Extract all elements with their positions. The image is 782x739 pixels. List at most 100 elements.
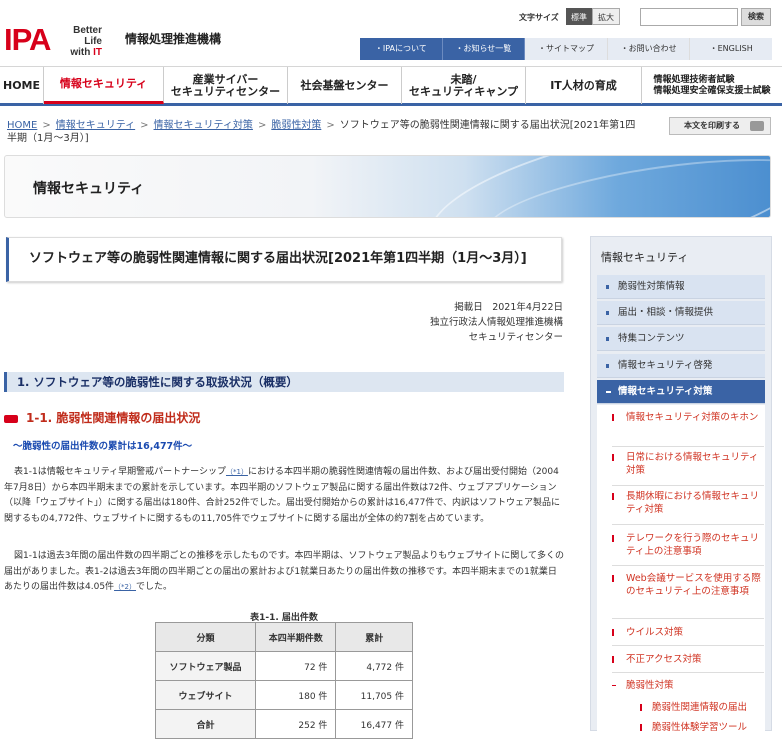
table-row-label: ソフトウェア製品 xyxy=(155,651,256,681)
utility-nav-about[interactable]: ・IPAについて xyxy=(360,38,443,60)
breadcrumb-security-measures[interactable]: 情報セキュリティ対策 xyxy=(154,120,253,131)
utility-nav-sitemap[interactable]: ・サイトマップ xyxy=(525,38,608,60)
tagline-with: with xyxy=(70,47,91,58)
search-button[interactable]: 検索 xyxy=(741,8,771,26)
search-input[interactable] xyxy=(640,8,738,26)
sidebar-heading: 情報セキュリティ xyxy=(601,251,689,264)
sidebar-item-label: 特集コンテンツ xyxy=(618,333,685,344)
footnote-link-2[interactable]: （*2） xyxy=(114,583,136,591)
paragraph-2: 図1-1は過去3年間の届出件数の四半期ごとの推移を示したものです。本四半期は、ソ… xyxy=(4,549,564,596)
font-size-standard-button[interactable]: 標準 xyxy=(566,8,592,25)
sidebar-subsubitem-label: 脆弱性体験学習ツール xyxy=(652,722,748,731)
sidebar-item-label: 脆弱性対策情報 xyxy=(618,281,685,292)
sidebar-subitem[interactable]: Web会議サービスを使用する際のセキュリティ上の注意事項 xyxy=(612,572,764,619)
sidebar-subitem[interactable]: ウイルス対策 xyxy=(612,626,764,646)
heading-marker-icon xyxy=(4,414,18,423)
breadcrumb: HOME > 情報セキュリティ > 情報セキュリティ対策 > 脆弱性対策 > ソフトウェア等の脆… xyxy=(7,119,637,145)
breadcrumb-sep: > xyxy=(140,120,149,131)
table-row: 合計 252 件 16,477 件 xyxy=(155,709,413,739)
nav-exams[interactable]: 情報処理技術者試験 情報処理安全確保支援士試験 xyxy=(642,67,782,104)
red-bullet-icon xyxy=(640,724,642,731)
bullet-icon xyxy=(606,364,609,368)
footnote-link-1[interactable]: （*1） xyxy=(226,468,248,476)
breadcrumb-info-security[interactable]: 情報セキュリティ xyxy=(56,120,135,131)
sidebar-item-awareness[interactable]: 情報セキュリティ啓発 xyxy=(597,354,765,378)
sidebar-subitem[interactable]: 長期休暇における情報セキュリティ対策 xyxy=(612,490,764,525)
breadcrumb-sep: > xyxy=(257,120,267,131)
sidebar-subitem-label: ウイルス対策 xyxy=(626,627,684,638)
table-row: ソフトウェア製品 72 件 4,772 件 xyxy=(155,651,413,681)
nav-home[interactable]: HOME xyxy=(0,67,44,104)
sidebar-subsubitem[interactable]: 脆弱性体験学習ツール xyxy=(630,721,765,731)
minus-icon xyxy=(612,685,616,686)
sidebar-item-measures[interactable]: 情報セキュリティ対策 xyxy=(597,380,765,404)
breadcrumb-home[interactable]: HOME xyxy=(7,120,37,131)
nav-it-talent[interactable]: IT人材の育成 xyxy=(526,67,642,104)
nav-info-security[interactable]: 情報セキュリティ xyxy=(44,67,164,104)
banner-title: 情報セキュリティ xyxy=(33,181,145,197)
sidebar-item-vuln-info[interactable]: 脆弱性対策情報 xyxy=(597,275,765,299)
table-header: 本四半期件数 xyxy=(254,622,337,652)
sidebar-item-label: 情報セキュリティ対策 xyxy=(618,386,713,397)
tagline-line1: Better Life xyxy=(73,25,102,47)
table-cell: 11,705 件 xyxy=(335,680,413,710)
table-row-label: ウェブサイト xyxy=(155,680,256,710)
table-row-label: 合計 xyxy=(155,709,256,739)
sidebar-subitem[interactable]: 不正アクセス対策 xyxy=(612,653,764,673)
table-header-row: 分類 本四半期件数 累計 xyxy=(155,622,413,652)
sidebar-subitem-label: Web会議サービスを使用する際のセキュリティ上の注意事項 xyxy=(626,573,761,597)
sidebar-item-report[interactable]: 届出・相談・情報提供 xyxy=(597,301,765,325)
red-bullet-icon xyxy=(612,414,614,421)
sidebar-subitem-vuln[interactable]: 脆弱性対策 xyxy=(612,679,764,695)
table-header: 累計 xyxy=(335,622,413,652)
page-title: ソフトウェア等の脆弱性関連情報に関する届出状況[2021年第1四半期（1月～3月… xyxy=(6,237,562,282)
lead-text: ～脆弱性の届出件数の累計は16,477件～ xyxy=(13,441,193,452)
sidebar-item-label: 情報セキュリティ啓発 xyxy=(618,360,713,371)
printer-icon xyxy=(750,121,764,131)
sidebar-subitem-label: 日常における情報セキュリティ対策 xyxy=(626,452,759,476)
print-button[interactable]: 本文を印刷する xyxy=(669,117,771,135)
table-cell: 72 件 xyxy=(254,651,337,681)
utility-nav-news[interactable]: ・お知らせ一覧 xyxy=(442,38,526,60)
sidebar-subitem[interactable]: 情報セキュリティ対策のキホン xyxy=(612,411,764,447)
red-bullet-icon xyxy=(612,454,614,461)
table-row: ウェブサイト 180 件 11,705 件 xyxy=(155,680,413,710)
paragraph-2-text-b: でした。 xyxy=(136,582,173,592)
utility-nav-english[interactable]: ・ENGLISH xyxy=(690,38,772,60)
publisher-dept: セキュリティセンター xyxy=(468,332,563,343)
sidebar-subitem-label: 不正アクセス対策 xyxy=(626,654,702,665)
subsection-heading: 1-1. 脆弱性関連情報の届出状況 xyxy=(4,409,404,426)
sidebar-subitem[interactable]: 日常における情報セキュリティ対策 xyxy=(612,451,764,486)
sidebar-subsubitem[interactable]: 脆弱性関連情報の届出 xyxy=(630,701,765,714)
font-size-large-button[interactable]: 拡大 xyxy=(592,8,620,25)
publisher-org: 独立行政法人情報処理推進機構 xyxy=(429,317,563,328)
red-bullet-icon xyxy=(612,493,614,500)
table-cell: 16,477 件 xyxy=(335,709,413,739)
tagline-line2: with IT xyxy=(58,47,102,58)
sidebar-item-features[interactable]: 特集コンテンツ xyxy=(597,327,765,351)
sidebar-subitem-label: 情報セキュリティ対策のキホン xyxy=(626,412,759,423)
paragraph-2-text-a: 図1-1は過去3年間の届出件数の四半期ごとの推移を示したものです。本四半期は、ソ… xyxy=(4,551,564,592)
sidebar-subitem-label: テレワークを行う際のセキュリティ上の注意事項 xyxy=(626,533,760,557)
nav-mitou-camp[interactable]: 未踏/ セキュリティキャンプ xyxy=(402,67,526,104)
sidebar-subitem[interactable]: テレワークを行う際のセキュリティ上の注意事項 xyxy=(612,532,764,566)
report-count-table: 分類 本四半期件数 累計 ソフトウェア製品 72 件 4,772 件 ウェブサイ… xyxy=(155,622,413,739)
subsection-heading-text: 1-1. 脆弱性関連情報の届出状況 xyxy=(26,411,201,425)
ipa-logo[interactable]: IPA xyxy=(4,22,51,58)
red-bullet-icon xyxy=(612,575,614,582)
main-nav: HOME 情報セキュリティ 産業サイバー セキュリティセンター 社会基盤センター… xyxy=(0,66,782,106)
logo-tagline: Better Life with IT xyxy=(58,25,102,58)
sidebar-subsubitem-label: 脆弱性関連情報の届出 xyxy=(652,702,748,713)
utility-nav-contact[interactable]: ・お問い合わせ xyxy=(607,38,691,60)
red-bullet-icon xyxy=(612,656,614,663)
breadcrumb-vulnerability[interactable]: 脆弱性対策 xyxy=(271,120,321,131)
publish-date: 掲載日 2021年4月22日 xyxy=(454,302,563,313)
paragraph-1: 表1-1は情報セキュリティ早期警戒パートナーシップ（*1）における本四半期の脆弱… xyxy=(4,465,564,527)
nav-social-infra[interactable]: 社会基盤センター xyxy=(288,67,402,104)
nav-industrial-cyber[interactable]: 産業サイバー セキュリティセンター xyxy=(164,67,288,104)
publish-meta: 掲載日 2021年4月22日 独立行政法人情報処理推進機構 セキュリティセンター xyxy=(330,300,563,345)
table-cell: 252 件 xyxy=(254,709,337,739)
table-cell: 180 件 xyxy=(254,680,337,710)
print-button-label: 本文を印刷する xyxy=(684,121,740,130)
minus-icon xyxy=(606,391,611,393)
